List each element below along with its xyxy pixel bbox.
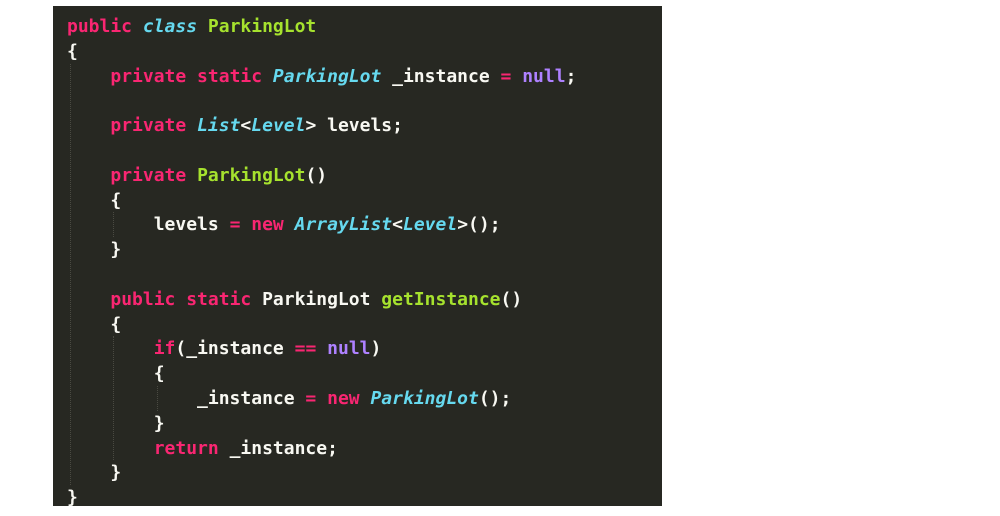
code-line: private List<Level> levels; <box>67 113 403 139</box>
code-token: () <box>500 288 523 310</box>
code-token: _instance <box>67 388 306 409</box>
code-token: ParkingLot <box>262 288 382 310</box>
code-token: new <box>327 388 360 409</box>
code-token: ArrayList <box>294 214 393 236</box>
code-line: } <box>67 237 121 263</box>
code-token: _instance <box>381 65 501 87</box>
code-token: ; <box>565 65 577 87</box>
code-token: () <box>305 164 328 186</box>
code-token: private <box>110 164 198 186</box>
code-token: return <box>153 437 219 459</box>
code-token: new <box>251 214 284 236</box>
code-token: List <box>197 115 241 137</box>
code-line: private static ParkingLot _instance = nu… <box>67 64 576 90</box>
code-token: null <box>522 65 566 87</box>
code-token: > levels; <box>305 115 403 137</box>
code-token: _instance; <box>218 437 338 459</box>
code-line: private ParkingLot() <box>67 163 327 189</box>
code-token: public <box>67 16 143 37</box>
code-token: Level <box>403 214 458 236</box>
code-line: } <box>67 460 121 486</box>
code-token: Level <box>251 115 306 137</box>
code-token: >(); <box>457 214 501 236</box>
indent-guide <box>156 386 158 411</box>
code-token: < <box>240 115 252 137</box>
code-token: public static <box>110 288 263 310</box>
code-token: < <box>392 214 403 236</box>
indent-guide <box>113 212 115 238</box>
code-token: private <box>110 115 198 137</box>
code-line: { <box>67 188 121 214</box>
code-token: == <box>294 338 317 360</box>
code-token: ParkingLot <box>370 388 479 409</box>
code-token: = <box>229 214 241 236</box>
code-line: _instance = new ParkingLot(); <box>67 386 511 412</box>
code-token: ParkingLot <box>272 65 382 87</box>
code-token: levels <box>67 214 230 236</box>
code-line: { <box>67 312 121 338</box>
code-token: private static <box>110 65 273 87</box>
code-token: { <box>67 40 78 62</box>
code-token: = <box>305 388 317 409</box>
code-line: public static ParkingLot getInstance() <box>67 287 522 313</box>
code-token: null <box>327 338 371 360</box>
code-line: } <box>67 411 165 437</box>
code-token: } <box>67 239 122 261</box>
code-token: = <box>500 65 512 87</box>
code-line: { <box>67 361 165 387</box>
code-token: ParkingLot <box>207 16 317 37</box>
indent-guide <box>70 63 71 486</box>
code-line: } <box>67 485 78 506</box>
code-token: } <box>67 412 165 434</box>
code-token: { <box>67 313 122 335</box>
indent-guide <box>113 336 115 461</box>
code-token: } <box>67 462 122 484</box>
code-editor: public class ParkingLot{ private static … <box>53 6 662 506</box>
code-token: ) <box>370 338 382 360</box>
code-line: public class ParkingLot <box>67 14 316 40</box>
code-token: (); <box>478 388 512 409</box>
code-token: getInstance <box>381 288 501 310</box>
code-token: { <box>67 189 122 211</box>
code-line: return _instance; <box>67 436 338 462</box>
code-line: { <box>67 39 78 65</box>
code-token: } <box>67 487 78 506</box>
code-token: class <box>142 16 198 37</box>
code-token: (_instance <box>175 338 295 360</box>
code-line: levels = new ArrayList<Level>(); <box>67 212 501 238</box>
code-token: if <box>153 338 176 360</box>
code-token: { <box>67 363 165 385</box>
code-token: ParkingLot <box>197 164 306 186</box>
